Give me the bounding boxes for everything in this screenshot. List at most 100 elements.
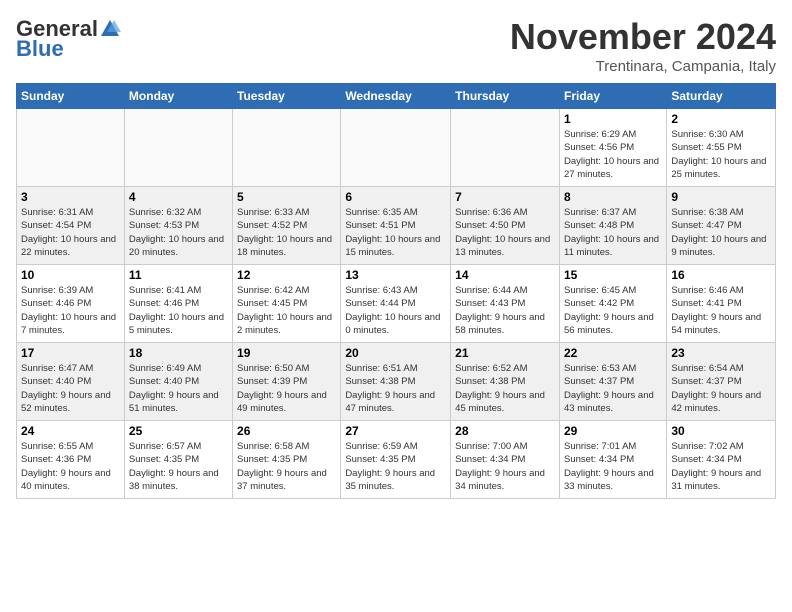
calendar-cell: 7Sunrise: 6:36 AMSunset: 4:50 PMDaylight… (451, 187, 560, 265)
page-header: General Blue November 2024 Trentinara, C… (16, 16, 776, 75)
day-number: 17 (21, 346, 120, 360)
day-info: Sunrise: 6:35 AMSunset: 4:51 PMDaylight:… (345, 206, 446, 259)
calendar-cell: 18Sunrise: 6:49 AMSunset: 4:40 PMDayligh… (124, 343, 232, 421)
calendar-cell (451, 109, 560, 187)
day-number: 21 (455, 346, 555, 360)
day-info: Sunrise: 6:43 AMSunset: 4:44 PMDaylight:… (345, 284, 446, 337)
day-info: Sunrise: 6:33 AMSunset: 4:52 PMDaylight:… (237, 206, 336, 259)
calendar-cell: 9 Sunrise: 6:38 AMSunset: 4:47 PMDaylight… (667, 187, 776, 265)
day-info: Sunrise: 6:59 AMSunset: 4:35 PMDaylight:… (345, 440, 446, 493)
calendar-title: November 2024 (510, 16, 776, 58)
calendar-week-1: 1 Sunrise: 6:29 AMSunset: 4:56 PMDaylight… (17, 109, 776, 187)
weekday-header-monday: Monday (124, 84, 232, 109)
day-number: 10 (21, 268, 120, 282)
day-number: 6 (345, 190, 446, 204)
calendar-cell: 23 Sunrise: 6:54 AMSunset: 4:37 PMDayligh… (667, 343, 776, 421)
weekday-header-wednesday: Wednesday (341, 84, 451, 109)
day-info: Sunrise: 6:42 AMSunset: 4:45 PMDaylight:… (237, 284, 336, 337)
calendar-body: 1 Sunrise: 6:29 AMSunset: 4:56 PMDaylight… (17, 109, 776, 499)
calendar-cell: 6 Sunrise: 6:35 AMSunset: 4:51 PMDaylight… (341, 187, 451, 265)
day-info: Sunrise: 7:02 AMSunset: 4:34 PMDaylight:… (671, 440, 771, 493)
day-info: Sunrise: 6:50 AMSunset: 4:39 PMDaylight:… (237, 362, 336, 415)
logo-blue: Blue (16, 36, 64, 62)
day-info: Sunrise: 6:32 AMSunset: 4:53 PMDaylight:… (129, 206, 228, 259)
day-number: 9 (671, 190, 771, 204)
calendar-cell: 14 Sunrise: 6:44 AMSunset: 4:43 PMDayligh… (451, 265, 560, 343)
calendar-cell (233, 109, 341, 187)
calendar-cell: 20 Sunrise: 6:51 AMSunset: 4:38 PMDayligh… (341, 343, 451, 421)
calendar-week-4: 17 Sunrise: 6:47 AMSunset: 4:40 PMDayligh… (17, 343, 776, 421)
calendar-cell: 26Sunrise: 6:58 AMSunset: 4:35 PMDayligh… (233, 421, 341, 499)
day-info: Sunrise: 7:01 AMSunset: 4:34 PMDaylight:… (564, 440, 662, 493)
calendar-cell: 30 Sunrise: 7:02 AMSunset: 4:34 PMDayligh… (667, 421, 776, 499)
day-info: Sunrise: 6:53 AMSunset: 4:37 PMDaylight:… (564, 362, 662, 415)
day-info: Sunrise: 6:49 AMSunset: 4:40 PMDaylight:… (129, 362, 228, 415)
day-info: Sunrise: 6:55 AMSunset: 4:36 PMDaylight:… (21, 440, 120, 493)
day-info: Sunrise: 6:29 AMSunset: 4:56 PMDaylight:… (564, 128, 662, 181)
calendar-cell: 25 Sunrise: 6:57 AMSunset: 4:35 PMDayligh… (124, 421, 232, 499)
calendar-cell: 8Sunrise: 6:37 AMSunset: 4:48 PMDaylight… (559, 187, 666, 265)
calendar-cell: 29Sunrise: 7:01 AMSunset: 4:34 PMDayligh… (559, 421, 666, 499)
day-info: Sunrise: 6:36 AMSunset: 4:50 PMDaylight:… (455, 206, 555, 259)
day-number: 23 (671, 346, 771, 360)
calendar-cell: 28Sunrise: 7:00 AMSunset: 4:34 PMDayligh… (451, 421, 560, 499)
day-info: Sunrise: 6:45 AMSunset: 4:42 PMDaylight:… (564, 284, 662, 337)
day-info: Sunrise: 6:47 AMSunset: 4:40 PMDaylight:… (21, 362, 120, 415)
weekday-header-saturday: Saturday (667, 84, 776, 109)
day-number: 4 (129, 190, 228, 204)
day-number: 12 (237, 268, 336, 282)
calendar-cell: 5 Sunrise: 6:33 AMSunset: 4:52 PMDaylight… (233, 187, 341, 265)
day-info: Sunrise: 6:31 AMSunset: 4:54 PMDaylight:… (21, 206, 120, 259)
day-info: Sunrise: 6:44 AMSunset: 4:43 PMDaylight:… (455, 284, 555, 337)
day-number: 1 (564, 112, 662, 126)
day-number: 20 (345, 346, 446, 360)
day-info: Sunrise: 6:46 AMSunset: 4:41 PMDaylight:… (671, 284, 771, 337)
calendar-cell: 12 Sunrise: 6:42 AMSunset: 4:45 PMDayligh… (233, 265, 341, 343)
day-number: 25 (129, 424, 228, 438)
calendar-table: SundayMondayTuesdayWednesdayThursdayFrid… (16, 83, 776, 499)
calendar-cell: 4 Sunrise: 6:32 AMSunset: 4:53 PMDaylight… (124, 187, 232, 265)
calendar-week-2: 3 Sunrise: 6:31 AMSunset: 4:54 PMDaylight… (17, 187, 776, 265)
day-info: Sunrise: 6:52 AMSunset: 4:38 PMDaylight:… (455, 362, 555, 415)
calendar-week-5: 24Sunrise: 6:55 AMSunset: 4:36 PMDayligh… (17, 421, 776, 499)
day-number: 13 (345, 268, 446, 282)
calendar-cell (341, 109, 451, 187)
calendar-week-3: 10 Sunrise: 6:39 AMSunset: 4:46 PMDayligh… (17, 265, 776, 343)
logo-icon (99, 18, 121, 40)
calendar-cell: 10 Sunrise: 6:39 AMSunset: 4:46 PMDayligh… (17, 265, 125, 343)
calendar-cell: 3 Sunrise: 6:31 AMSunset: 4:54 PMDaylight… (17, 187, 125, 265)
day-info: Sunrise: 6:41 AMSunset: 4:46 PMDaylight:… (129, 284, 228, 337)
day-number: 27 (345, 424, 446, 438)
day-number: 19 (237, 346, 336, 360)
day-number: 28 (455, 424, 555, 438)
weekday-header-tuesday: Tuesday (233, 84, 341, 109)
day-info: Sunrise: 6:38 AMSunset: 4:47 PMDaylight:… (671, 206, 771, 259)
calendar-cell: 11Sunrise: 6:41 AMSunset: 4:46 PMDayligh… (124, 265, 232, 343)
weekday-header-sunday: Sunday (17, 84, 125, 109)
day-info: Sunrise: 6:30 AMSunset: 4:55 PMDaylight:… (671, 128, 771, 181)
day-number: 30 (671, 424, 771, 438)
weekday-header-thursday: Thursday (451, 84, 560, 109)
calendar-cell: 15 Sunrise: 6:45 AMSunset: 4:42 PMDayligh… (559, 265, 666, 343)
day-number: 5 (237, 190, 336, 204)
calendar-cell: 17 Sunrise: 6:47 AMSunset: 4:40 PMDayligh… (17, 343, 125, 421)
day-number: 16 (671, 268, 771, 282)
day-number: 15 (564, 268, 662, 282)
calendar-cell (17, 109, 125, 187)
day-number: 14 (455, 268, 555, 282)
weekday-header-friday: Friday (559, 84, 666, 109)
calendar-cell: 2 Sunrise: 6:30 AMSunset: 4:55 PMDaylight… (667, 109, 776, 187)
calendar-cell: 19 Sunrise: 6:50 AMSunset: 4:39 PMDayligh… (233, 343, 341, 421)
calendar-cell: 1 Sunrise: 6:29 AMSunset: 4:56 PMDaylight… (559, 109, 666, 187)
title-area: November 2024 Trentinara, Campania, Ital… (510, 16, 776, 75)
day-number: 3 (21, 190, 120, 204)
day-number: 22 (564, 346, 662, 360)
calendar-subtitle: Trentinara, Campania, Italy (510, 58, 776, 75)
day-number: 2 (671, 112, 771, 126)
day-info: Sunrise: 6:51 AMSunset: 4:38 PMDaylight:… (345, 362, 446, 415)
day-info: Sunrise: 6:57 AMSunset: 4:35 PMDaylight:… (129, 440, 228, 493)
day-info: Sunrise: 6:54 AMSunset: 4:37 PMDaylight:… (671, 362, 771, 415)
day-info: Sunrise: 6:37 AMSunset: 4:48 PMDaylight:… (564, 206, 662, 259)
day-info: Sunrise: 6:39 AMSunset: 4:46 PMDaylight:… (21, 284, 120, 337)
calendar-cell: 13 Sunrise: 6:43 AMSunset: 4:44 PMDayligh… (341, 265, 451, 343)
